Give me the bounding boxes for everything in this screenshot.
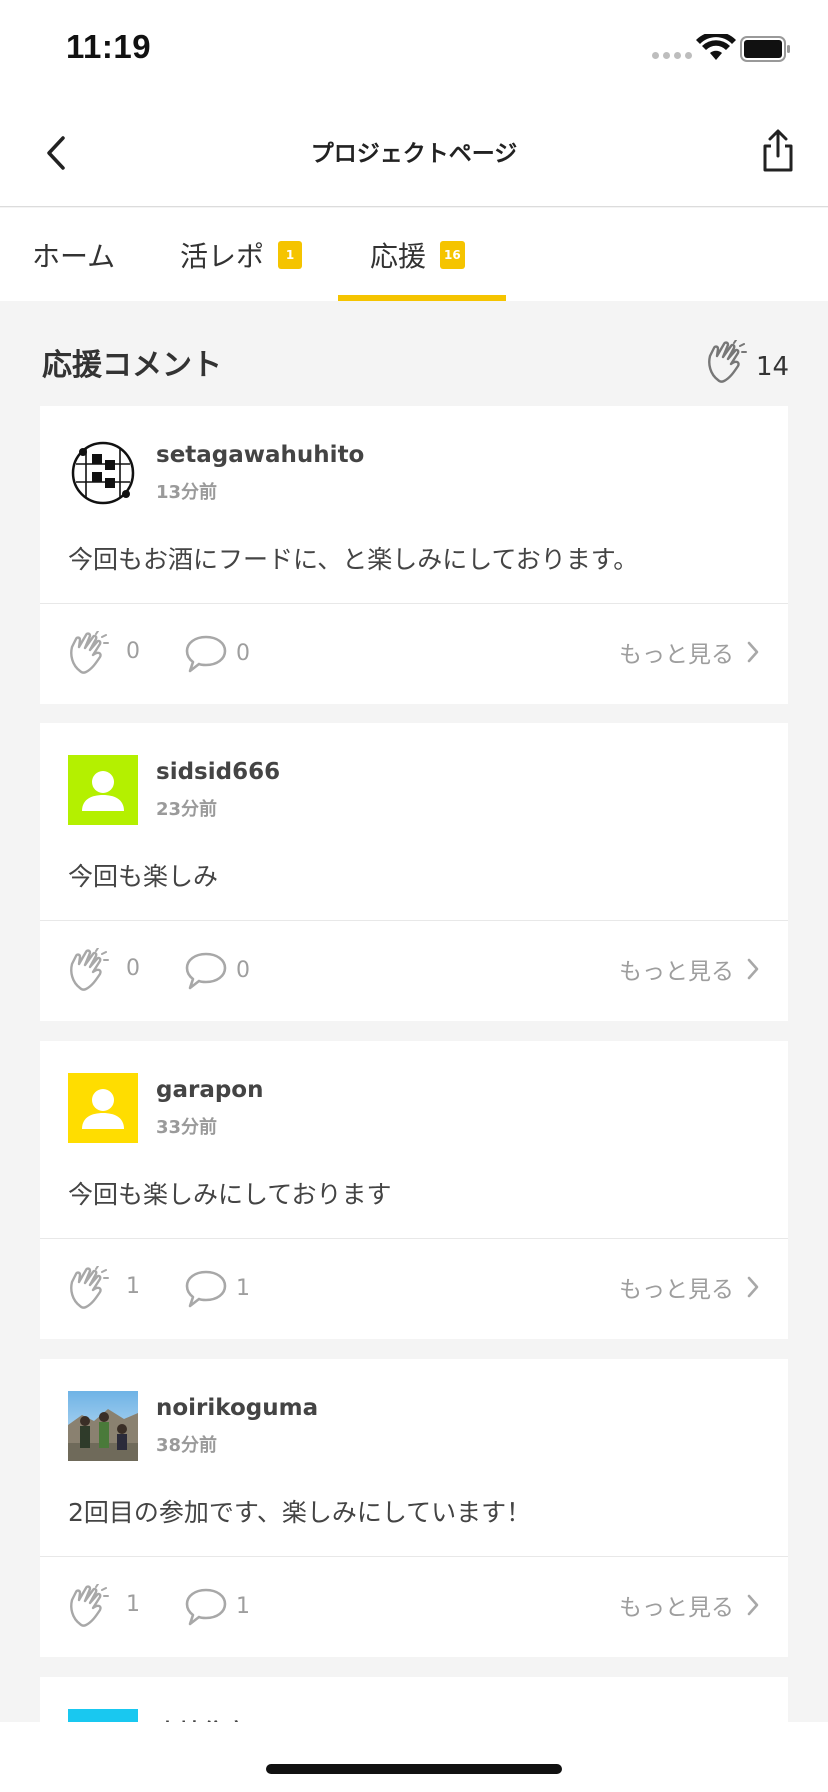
posted-time: 33分前 <box>156 1117 218 1138</box>
chevron-right-icon <box>747 1594 759 1616</box>
see-more-label: もっと見る <box>619 1277 734 1303</box>
username[interactable]: sidsid666 <box>156 759 280 785</box>
clap-icon[interactable] <box>66 948 110 994</box>
clap-icon[interactable] <box>66 631 110 677</box>
comment-body[interactable]: noirikoguma 38分前 2回目の参加です、楽しみにしています！ <box>40 1359 788 1557</box>
comment-body[interactable]: setagawahuhito 13分前 今回もお酒にフードに、と楽しみにしており… <box>40 406 788 604</box>
wifi-icon <box>696 34 736 60</box>
see-more-label: もっと見る <box>619 1595 734 1621</box>
count-badge: 1 <box>278 240 303 269</box>
username[interactable]: setagawahuhito <box>156 442 364 468</box>
tab-home[interactable]: ホーム <box>32 208 115 301</box>
home-indicator[interactable] <box>266 1764 562 1774</box>
posted-time: 13分前 <box>156 482 218 503</box>
comment-actions: 0 0 もっと見る <box>40 605 788 704</box>
tab-bar: ホーム 活レポ 1 応援 16 <box>0 208 828 301</box>
tab-support[interactable]: 応援 16 <box>370 208 465 301</box>
clap-icon[interactable] <box>66 1584 110 1630</box>
see-more-link[interactable]: もっと見る <box>619 1270 760 1304</box>
comment-card: garapon 33分前 今回も楽しみにしております 1 1 もっと見る <box>40 1041 788 1339</box>
cheer-total-count: 14 <box>756 352 790 382</box>
chevron-right-icon <box>747 958 759 980</box>
see-more-label: もっと見る <box>619 642 734 668</box>
comment-text: 今回もお酒にフードに、と楽しみにしております。 <box>68 545 639 574</box>
clap-count: 0 <box>126 956 140 981</box>
comment-card: sidsid666 23分前 今回も楽しみ 0 0 もっと見る <box>40 723 788 1021</box>
section-title: 応援コメント <box>42 348 222 383</box>
reply-count: 0 <box>236 958 250 983</box>
see-more-label: もっと見る <box>619 959 734 985</box>
user-avatar[interactable] <box>68 438 138 508</box>
comment-body[interactable]: sidsid666 23分前 今回も楽しみ <box>40 723 788 921</box>
speech-bubble-icon[interactable] <box>184 1268 228 1310</box>
user-photo-avatar[interactable] <box>68 1391 138 1461</box>
clap-icon[interactable] <box>66 1266 110 1312</box>
chevron-right-icon <box>747 641 759 663</box>
username[interactable]: noirikoguma <box>156 1395 318 1421</box>
page-title: プロジェクトページ <box>310 141 518 167</box>
comment-actions: 1 1 もっと見る <box>40 1240 788 1339</box>
speech-bubble-icon[interactable] <box>184 633 228 675</box>
status-time: 11:19 <box>66 28 152 65</box>
comment-actions: 0 0 もっと見る <box>40 922 788 1021</box>
comment-text: 今回も楽しみにしております <box>68 1180 392 1209</box>
comment-body[interactable]: garapon 33分前 今回も楽しみにしております <box>40 1041 788 1239</box>
navigation-bar: プロジェクトページ <box>0 100 828 207</box>
reply-count: 1 <box>236 1276 250 1301</box>
see-more-link[interactable]: もっと見る <box>619 952 760 986</box>
app-screen: 11:19 プロジェクトページ ホーム 活レポ 1 応援 16 応援コメント 1… <box>0 0 828 1792</box>
battery-icon <box>740 36 790 62</box>
username[interactable]: garapon <box>156 1077 264 1103</box>
cheer-total[interactable]: 14 <box>704 340 789 386</box>
see-more-link[interactable]: もっと見る <box>619 1588 760 1622</box>
see-more-link[interactable]: もっと見る <box>619 635 760 669</box>
chevron-right-icon <box>747 1276 759 1298</box>
reply-count: 1 <box>236 1594 250 1619</box>
posted-time: 38分前 <box>156 1435 218 1456</box>
posted-time: 23分前 <box>156 799 218 820</box>
tab-reports[interactable]: 活レポ 1 <box>180 208 303 301</box>
count-badge: 16 <box>440 240 465 269</box>
comment-actions: 1 1 もっと見る <box>40 1558 788 1657</box>
cellular-signal-icon <box>652 52 692 59</box>
comment-text: 今回も楽しみ <box>68 862 219 891</box>
clap-count: 1 <box>126 1592 140 1617</box>
share-icon[interactable] <box>758 128 798 174</box>
comment-card: setagawahuhito 13分前 今回もお酒にフードに、と楽しみにしており… <box>40 406 788 704</box>
user-avatar[interactable] <box>68 1073 138 1143</box>
reply-count: 0 <box>236 641 250 666</box>
tab-label: 活レポ <box>180 239 265 273</box>
speech-bubble-icon[interactable] <box>184 950 228 992</box>
speech-bubble-icon[interactable] <box>184 1586 228 1628</box>
user-avatar[interactable] <box>68 755 138 825</box>
clap-count: 1 <box>126 1274 140 1299</box>
comment-card: noirikoguma 38分前 2回目の参加です、楽しみにしています！ 1 1… <box>40 1359 788 1657</box>
home-indicator-area <box>0 1722 828 1792</box>
tab-label: ホーム <box>32 239 116 273</box>
tab-label: 応援 <box>370 239 427 273</box>
active-tab-indicator <box>338 295 506 301</box>
comment-text: 2回目の参加です、楽しみにしています！ <box>68 1498 532 1527</box>
status-bar: 11:19 <box>0 0 828 100</box>
clap-count: 0 <box>126 639 140 664</box>
clap-icon <box>708 340 747 383</box>
